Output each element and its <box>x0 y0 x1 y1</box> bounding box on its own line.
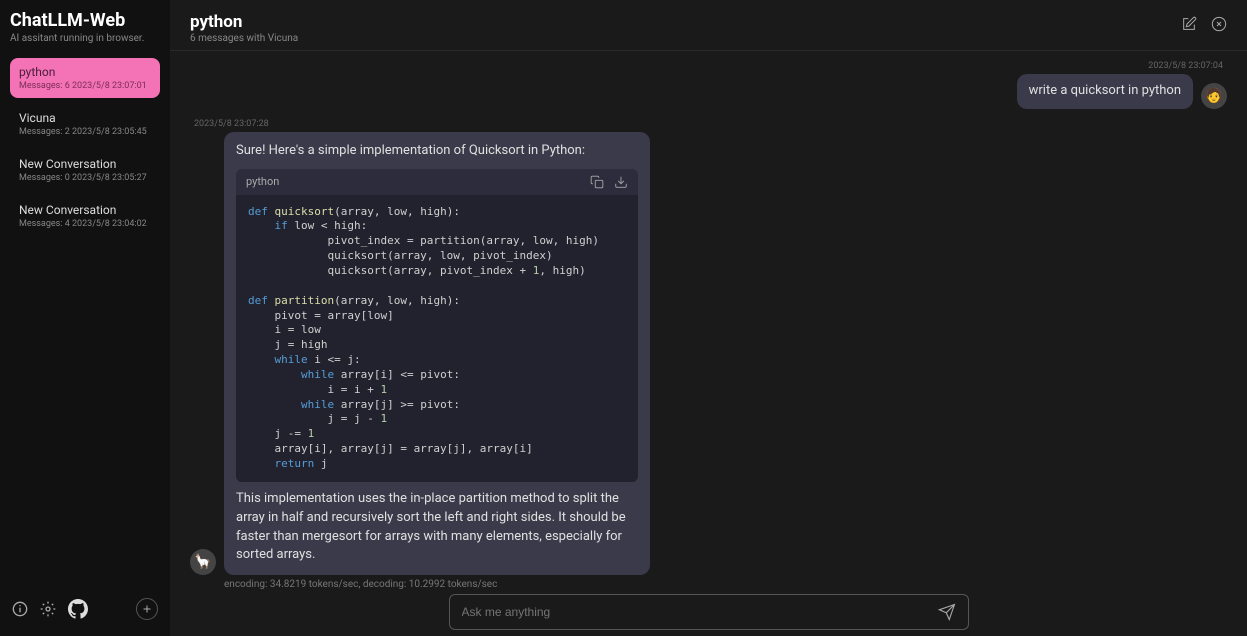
conversation-meta: Messages: 0 2023/5/8 23:05:27 <box>19 173 151 183</box>
page-title: python <box>190 12 1181 32</box>
sidebar-conversation-item[interactable]: New Conversation Messages: 0 2023/5/8 23:… <box>10 150 160 190</box>
info-icon[interactable] <box>12 601 28 617</box>
avatar: 🦙 <box>190 549 216 575</box>
conversation-meta: Messages: 4 2023/5/8 23:04:02 <box>19 219 151 229</box>
conversation-list: python Messages: 6 2023/5/8 23:07:01 Vicun… <box>10 58 160 242</box>
message-time: 2023/5/8 23:07:04 <box>1144 61 1227 71</box>
main-panel: python 6 messages with Vicuna 2023/5/8 2… <box>170 0 1247 636</box>
code-block: python def quicksort(array, low, high): … <box>236 169 638 482</box>
copy-icon[interactable] <box>590 175 604 189</box>
gear-icon[interactable] <box>40 601 56 617</box>
message-time: 2023/5/8 23:07:28 <box>190 119 273 129</box>
code-body: def quicksort(array, low, high): if low … <box>236 195 638 482</box>
chat-scroll[interactable]: 2023/5/8 23:07:04 write a quicksort in p… <box>170 51 1247 594</box>
sidebar-conversation-item[interactable]: New Conversation Messages: 4 2023/5/8 23:… <box>10 196 160 236</box>
sidebar-footer <box>10 592 160 626</box>
new-conversation-button[interactable] <box>136 598 158 620</box>
app-logo: ChatLLM-Web <box>10 10 160 31</box>
page-subtitle: 6 messages with Vicuna <box>190 33 1181 44</box>
message-bubble: Sure! Here's a simple implementation of … <box>224 132 650 575</box>
conversation-meta: Messages: 6 2023/5/8 23:07:01 <box>19 81 151 91</box>
conversation-title: Vicuna <box>19 111 151 125</box>
download-icon[interactable] <box>614 175 628 189</box>
conversation-title: New Conversation <box>19 157 151 171</box>
message-bot: 2023/5/8 23:07:28 Sure! Here's a simple … <box>190 119 1227 590</box>
conversation-meta: Messages: 2 2023/5/8 23:05:45 <box>19 127 151 137</box>
app-tagline: AI assitant running in browser. <box>10 33 160 44</box>
send-icon[interactable] <box>938 603 956 621</box>
message-user: 2023/5/8 23:07:04 write a quicksort in p… <box>190 61 1227 109</box>
github-icon[interactable] <box>68 599 88 619</box>
sidebar-conversation-item[interactable]: python Messages: 6 2023/5/8 23:07:01 <box>10 58 160 98</box>
sidebar: ChatLLM-Web AI assitant running in brows… <box>0 0 170 636</box>
input-bar <box>449 594 969 630</box>
close-icon[interactable] <box>1211 16 1227 32</box>
message-input[interactable] <box>462 605 938 619</box>
conversation-title: New Conversation <box>19 203 151 217</box>
chat-header: python 6 messages with Vicuna <box>170 0 1247 51</box>
code-lang-label: python <box>246 174 580 190</box>
avatar: 🧑 <box>1201 83 1227 109</box>
edit-icon[interactable] <box>1181 16 1197 32</box>
bot-outro-text: This implementation uses the in-place pa… <box>236 490 638 565</box>
message-bubble: write a quicksort in python <box>1017 74 1193 109</box>
bot-intro-text: Sure! Here's a simple implementation of … <box>236 142 638 161</box>
token-stats: encoding: 34.8219 tokens/sec, decoding: … <box>224 579 497 590</box>
sidebar-conversation-item[interactable]: Vicuna Messages: 2 2023/5/8 23:05:45 <box>10 104 160 144</box>
conversation-title: python <box>19 65 151 79</box>
plus-icon <box>141 603 153 615</box>
